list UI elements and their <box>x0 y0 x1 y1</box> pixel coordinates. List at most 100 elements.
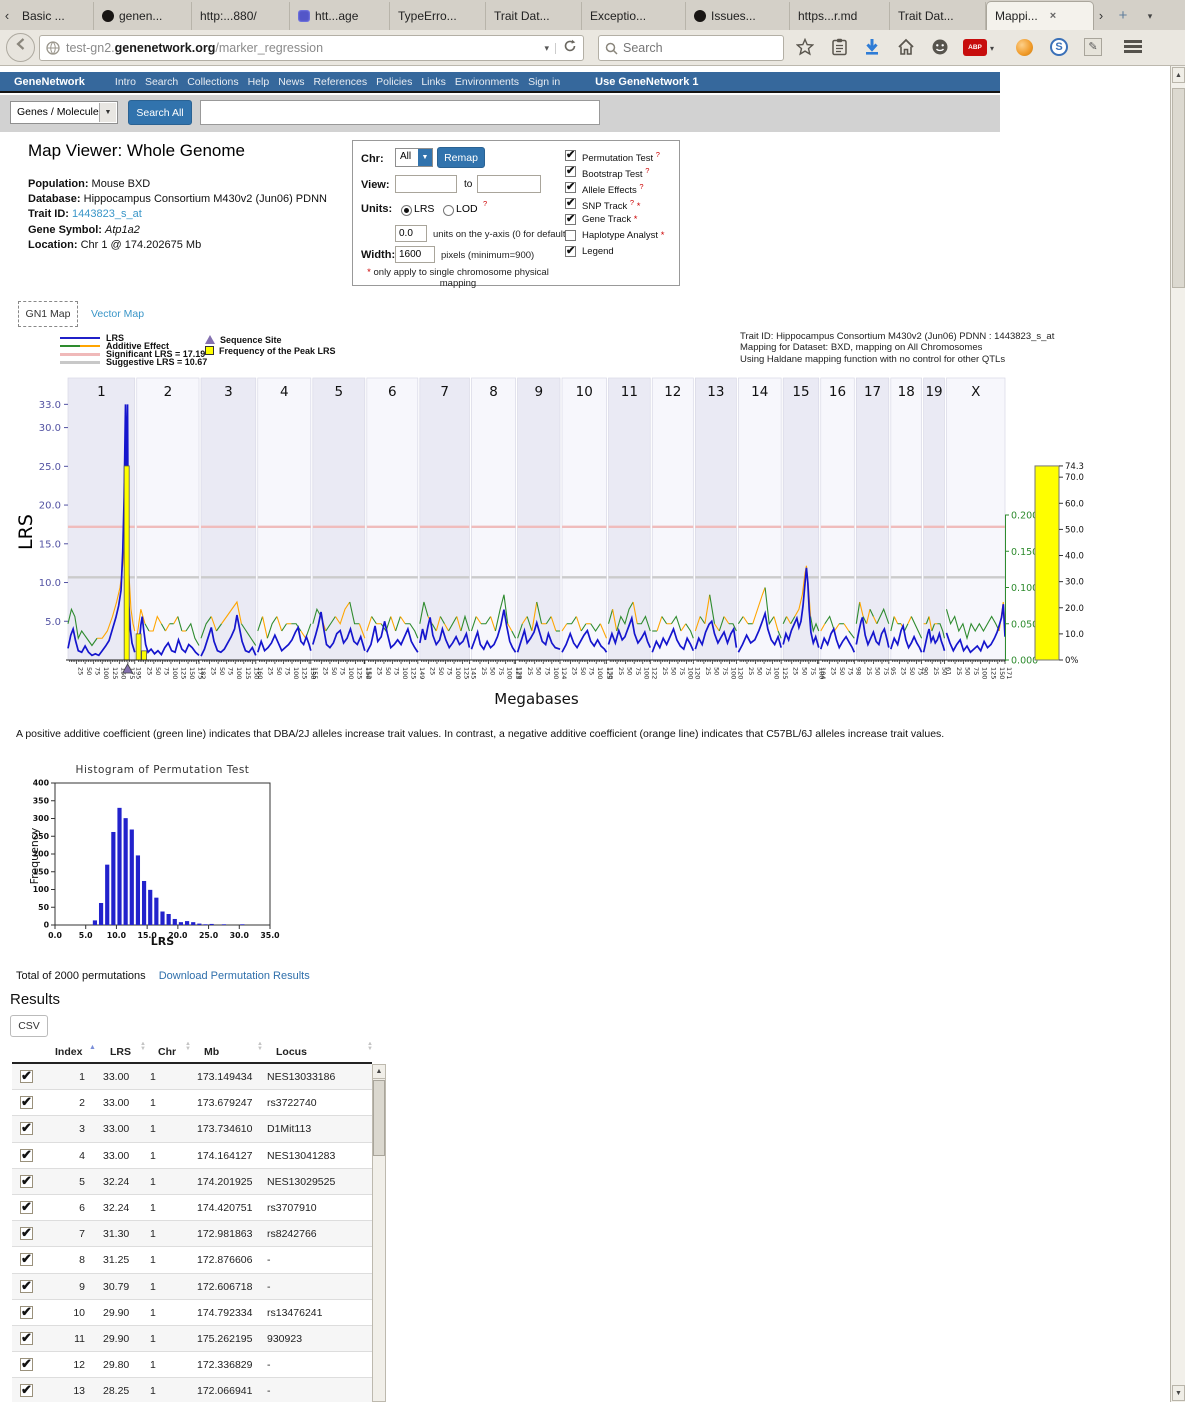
search-category-select[interactable]: Genes / Molecules ▼ <box>10 101 118 124</box>
nav-link-links[interactable]: Links <box>421 76 446 88</box>
reload-icon[interactable] <box>556 39 577 58</box>
table-scrollbar-thumb[interactable] <box>373 1080 385 1156</box>
browser-tab-1[interactable]: Basic ... <box>14 2 94 30</box>
row-checkbox[interactable] <box>20 1253 33 1266</box>
checkbox-icon[interactable] <box>565 246 576 257</box>
chevron-down-icon[interactable]: ▼ <box>99 103 116 122</box>
search-input[interactable] <box>623 41 763 55</box>
nav-link-references[interactable]: References <box>313 76 367 88</box>
view-from-input[interactable] <box>395 175 457 193</box>
home-icon[interactable] <box>895 38 917 58</box>
page-scrollbar-thumb[interactable] <box>1172 88 1185 288</box>
column-header-mb[interactable]: Mb <box>204 1046 219 1058</box>
sort-icon[interactable]: ▲▼ <box>367 1042 373 1052</box>
sort-icon[interactable]: ▲▼ <box>185 1042 191 1052</box>
trait-id-link[interactable]: 1443823_s_at <box>72 208 142 220</box>
nav-link-search[interactable]: Search <box>145 76 178 88</box>
browser-tab-11[interactable]: Mappi...× <box>986 1 1094 30</box>
column-header-index[interactable]: Index <box>55 1046 82 1058</box>
gn-brand[interactable]: GeneNetwork <box>14 76 85 88</box>
sort-icon[interactable]: ▲ <box>89 1044 96 1051</box>
chat-smiley-icon[interactable] <box>929 38 951 58</box>
row-checkbox[interactable] <box>20 1149 33 1162</box>
units-lod-radio[interactable] <box>443 205 454 216</box>
scroll-tabs-right-icon[interactable]: › <box>1094 2 1108 30</box>
checkbox-icon[interactable] <box>565 198 576 209</box>
checkbox-icon[interactable] <box>565 166 576 177</box>
tab-vector-map[interactable]: Vector Map <box>91 308 144 320</box>
row-checkbox[interactable] <box>20 1227 33 1240</box>
foxyproxy-icon[interactable] <box>1016 39 1033 56</box>
row-checkbox[interactable] <box>20 1332 33 1345</box>
url-dropdown-icon[interactable]: ▾ <box>538 43 556 54</box>
browser-tab-4[interactable]: htt...age <box>290 2 390 30</box>
sort-icon[interactable]: ▲▼ <box>257 1042 263 1052</box>
bookmarks-clipboard-icon[interactable] <box>828 38 850 58</box>
column-header-chr[interactable]: Chr <box>158 1046 176 1058</box>
url-bar[interactable]: test-gn2.genenetwork.org/marker_regressi… <box>39 35 584 61</box>
nav-link-sign-in[interactable]: Sign in <box>528 76 560 88</box>
row-checkbox[interactable] <box>20 1122 33 1135</box>
nav-link-news[interactable]: News <box>278 76 304 88</box>
browser-tab-10[interactable]: Trait Dat... <box>890 2 986 30</box>
table-scrollbar[interactable]: ▲ <box>372 1064 386 1402</box>
view-to-input[interactable] <box>477 175 541 193</box>
nav-link-collections[interactable]: Collections <box>187 76 238 88</box>
width-input[interactable] <box>395 246 435 263</box>
checkbox-icon[interactable] <box>565 230 576 241</box>
adblock-plus-icon[interactable]: ABP <box>963 39 987 56</box>
s-extension-icon[interactable]: S <box>1050 38 1068 56</box>
menu-icon[interactable] <box>1124 40 1142 55</box>
new-tab-button[interactable]: + <box>1108 2 1138 30</box>
scroll-up-icon[interactable]: ▲ <box>1172 67 1185 83</box>
row-checkbox[interactable] <box>20 1280 33 1293</box>
scroll-up-icon[interactable]: ▲ <box>373 1065 385 1079</box>
row-checkbox[interactable] <box>20 1384 33 1397</box>
browser-tab-5[interactable]: TypeErro... <box>390 2 486 30</box>
nav-link-policies[interactable]: Policies <box>376 76 412 88</box>
tab-gn1-map[interactable]: GN1 Map <box>18 301 78 327</box>
row-checkbox[interactable] <box>20 1096 33 1109</box>
close-icon[interactable]: × <box>1050 2 1056 30</box>
units-lrs-radio[interactable] <box>401 205 412 216</box>
row-checkbox[interactable] <box>20 1175 33 1188</box>
browser-tab-6[interactable]: Trait Dat... <box>486 2 582 30</box>
selenium-editor-icon[interactable]: ✎ <box>1084 38 1102 56</box>
scroll-down-icon[interactable]: ▼ <box>1172 1385 1185 1401</box>
checkbox-icon[interactable] <box>565 182 576 193</box>
nav-link-intro[interactable]: Intro <box>115 76 136 88</box>
yaxis-units-input[interactable] <box>395 225 427 242</box>
list-all-tabs-icon[interactable]: ▾ <box>1138 2 1162 30</box>
search-all-button[interactable]: Search All <box>128 100 192 125</box>
nav-link-help[interactable]: Help <box>248 76 270 88</box>
sort-icon[interactable]: ▲▼ <box>140 1042 146 1052</box>
download-permutation-link[interactable]: Download Permutation Results <box>159 970 310 982</box>
row-checkbox[interactable] <box>20 1306 33 1319</box>
checkbox-icon[interactable] <box>565 150 576 161</box>
row-checkbox[interactable] <box>20 1201 33 1214</box>
units-help-icon[interactable]: ? <box>483 199 487 208</box>
remap-button[interactable]: Remap <box>437 147 485 168</box>
page-scrollbar[interactable]: ▲ ▼ <box>1170 66 1185 1402</box>
csv-export-button[interactable]: CSV <box>10 1015 48 1037</box>
chr-select[interactable]: All ▼ <box>395 148 433 167</box>
checkbox-icon[interactable] <box>565 214 576 225</box>
adblock-dropdown-icon[interactable]: ▾ <box>990 44 994 53</box>
column-header-lrs[interactable]: LRS <box>110 1046 131 1058</box>
use-genenetwork1-link[interactable]: Use GeneNetwork 1 <box>595 76 698 88</box>
downloads-icon[interactable] <box>861 38 883 58</box>
row-checkbox[interactable] <box>20 1358 33 1371</box>
column-header-locus[interactable]: Locus <box>276 1046 307 1058</box>
back-button[interactable] <box>6 33 35 62</box>
browser-tab-8[interactable]: Issues... <box>686 2 790 30</box>
browser-tab-3[interactable]: http:...880/ <box>192 2 290 30</box>
global-search-input[interactable] <box>200 100 600 125</box>
bookmark-star-icon[interactable] <box>794 38 816 58</box>
browser-tab-2[interactable]: genen... <box>94 2 192 30</box>
row-checkbox[interactable] <box>20 1070 33 1083</box>
scroll-tabs-left-icon[interactable]: ‹ <box>0 2 14 30</box>
browser-tab-7[interactable]: Exceptio... <box>582 2 686 30</box>
browser-tab-9[interactable]: https...r.md <box>790 2 890 30</box>
nav-link-environments[interactable]: Environments <box>455 76 519 88</box>
browser-search-box[interactable] <box>598 35 784 61</box>
